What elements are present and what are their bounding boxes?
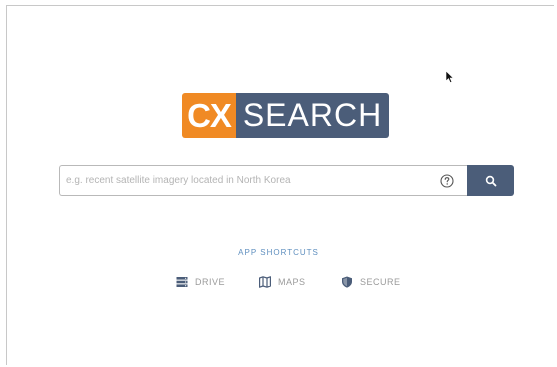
search-icon [485,175,496,186]
search-input[interactable] [66,171,426,190]
mouse-cursor-icon [445,70,455,84]
shield-icon [342,276,352,288]
search-button[interactable] [467,165,514,196]
search-field-container [59,165,467,196]
shortcut-drive[interactable]: DRIVE [176,275,225,289]
app-shortcuts-heading: APP SHORTCUTS [238,248,319,257]
shortcut-secure-label: SECURE [360,277,401,287]
cx-search-logo: CX SEARCH [182,93,389,138]
shortcut-drive-label: DRIVE [195,277,226,287]
map-icon [259,276,271,288]
shortcut-maps-label: MAPS [278,277,306,287]
logo-cx-text: CX [182,93,236,138]
app-shortcuts: DRIVE MAPS SECURE [0,275,557,289]
logo-search-text: SEARCH [236,93,389,138]
shortcut-secure[interactable]: SECURE [341,275,401,289]
drive-icon [176,277,188,287]
shortcut-maps[interactable]: MAPS [259,275,306,289]
search-bar [59,165,514,196]
help-circle-icon[interactable] [440,174,454,188]
